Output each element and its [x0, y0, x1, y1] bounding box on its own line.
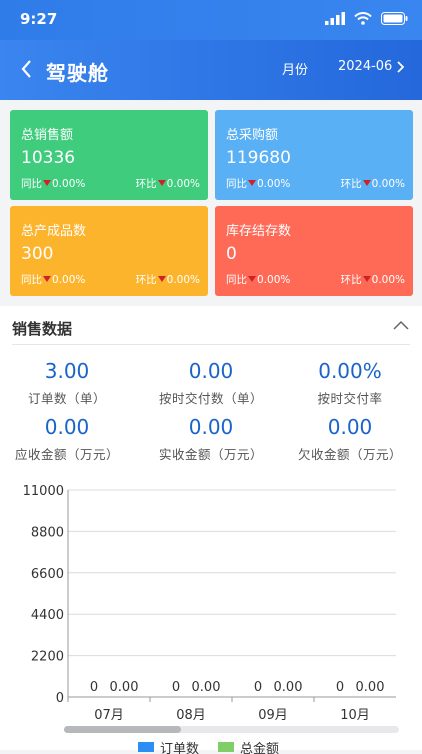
month-value[interactable]: 2024-06 — [338, 59, 392, 74]
card-mom: 环比 0.00% — [135, 274, 200, 286]
data-label: 0.00 — [192, 680, 221, 695]
data-label: 0 — [254, 680, 262, 695]
status-time: 9:27 — [20, 10, 58, 28]
card-mom: 环比 0.00% — [340, 274, 405, 286]
y-tick-label: 2200 — [31, 650, 64, 665]
stat-orders: 3.00 订单数（单） — [27, 359, 106, 406]
data-label: 0.00 — [110, 680, 139, 695]
card-label: 库存结存数 — [226, 224, 292, 239]
data-label: 0.00 — [356, 680, 385, 695]
y-tick-label: 0 — [56, 691, 64, 706]
down-triangle-icon — [157, 276, 166, 282]
card-value: 300 — [21, 244, 54, 264]
card-yoy: 同比 0.00% — [226, 178, 291, 190]
chart-scrollbar[interactable] — [64, 726, 399, 733]
scrollbar-thumb[interactable] — [64, 726, 181, 733]
app-header: 驾驶舱 月份 2024-06 — [0, 40, 422, 100]
stat-outstanding: 0.00 欠收金额（万元） — [297, 415, 402, 462]
down-triangle-icon — [43, 180, 51, 186]
down-triangle-icon — [43, 276, 51, 282]
y-tick-label: 8800 — [31, 525, 64, 540]
x-tick-label: 08月 — [176, 708, 206, 723]
data-label: 0.00 — [274, 680, 303, 695]
card-mom: 环比 0.00% — [340, 178, 405, 190]
sales-chart: 0 2200 4400 6600 8800 11000 07月 0 0.00 08月 0 0.00 09… — [23, 484, 396, 723]
chevron-right-icon[interactable] — [396, 56, 406, 76]
battery-icon — [381, 12, 408, 25]
legend-label[interactable]: 总金额 — [240, 741, 279, 754]
x-tick-label: 10月 — [340, 708, 370, 723]
stat-received: 0.00 实收金额（万元） — [158, 415, 263, 462]
down-triangle-icon — [362, 180, 371, 186]
card-label: 总产成品数 — [21, 224, 87, 239]
card-yoy: 同比 0.00% — [21, 274, 86, 286]
wifi-icon — [354, 12, 372, 25]
y-tick-label: 4400 — [31, 608, 64, 623]
card-total-finished-goods[interactable]: 总产成品数 300 同比 0.00% 环比 0.00% — [10, 206, 208, 296]
data-label: 0 — [336, 680, 344, 695]
card-label: 总采购额 — [226, 128, 279, 143]
card-total-sales[interactable]: 总销售额 10336 同比 0.00% 环比 0.00% — [10, 110, 208, 200]
summary-cards: 总销售额 10336 同比 0.00% 环比 0.00% 总采购额 119680 同… — [10, 110, 413, 298]
card-label: 总销售额 — [21, 128, 74, 143]
down-triangle-icon — [362, 276, 371, 282]
card-total-purchase[interactable]: 总采购额 119680 同比 0.00% 环比 0.00% — [215, 110, 413, 200]
legend-label[interactable]: 订单数 — [160, 742, 199, 754]
card-value: 0 — [226, 244, 237, 264]
data-label: 0 — [90, 680, 98, 695]
card-yoy: 同比 0.00% — [226, 274, 291, 286]
divider — [12, 344, 410, 345]
status-icons — [325, 12, 408, 25]
card-inventory-balance[interactable]: 库存结存数 0 同比 0.00% 环比 0.00% — [215, 206, 413, 296]
chevron-up-icon[interactable] — [392, 318, 410, 332]
stat-ontime-rate: 0.00% 按时交付率 — [317, 359, 383, 406]
y-tick-label: 6600 — [31, 567, 64, 582]
data-label: 0 — [172, 680, 180, 695]
section-title: 销售数据 — [12, 320, 73, 338]
card-value: 119680 — [226, 148, 291, 168]
chart-legend: 订单数 总金额 — [138, 741, 279, 754]
x-tick-label: 07月 — [94, 708, 124, 723]
card-mom: 环比 0.00% — [135, 178, 200, 190]
chevron-left-icon[interactable] — [16, 56, 38, 82]
stat-receivable: 0.00 应收金额（万元） — [14, 415, 119, 462]
down-triangle-icon — [157, 180, 166, 186]
down-triangle-icon — [248, 180, 256, 186]
y-tick-label: 11000 — [23, 484, 64, 499]
legend-swatch[interactable] — [138, 742, 154, 752]
page-title: 驾驶舱 — [46, 61, 109, 85]
stat-ontime-delivered: 0.00 按时交付数（单） — [158, 359, 263, 406]
card-yoy: 同比 0.00% — [21, 178, 86, 190]
card-value: 10336 — [21, 148, 76, 168]
legend-swatch[interactable] — [218, 742, 234, 752]
signal-icon — [325, 12, 345, 25]
sales-section: 销售数据 3.00 订单数（单） 0.00 按时交付数（单） 0.00% 按时交付率 … — [0, 306, 422, 754]
x-tick-label: 09月 — [258, 708, 288, 723]
month-label: 月份 — [282, 63, 309, 78]
down-triangle-icon — [248, 276, 256, 282]
status-bar: 9:27 — [0, 0, 422, 40]
